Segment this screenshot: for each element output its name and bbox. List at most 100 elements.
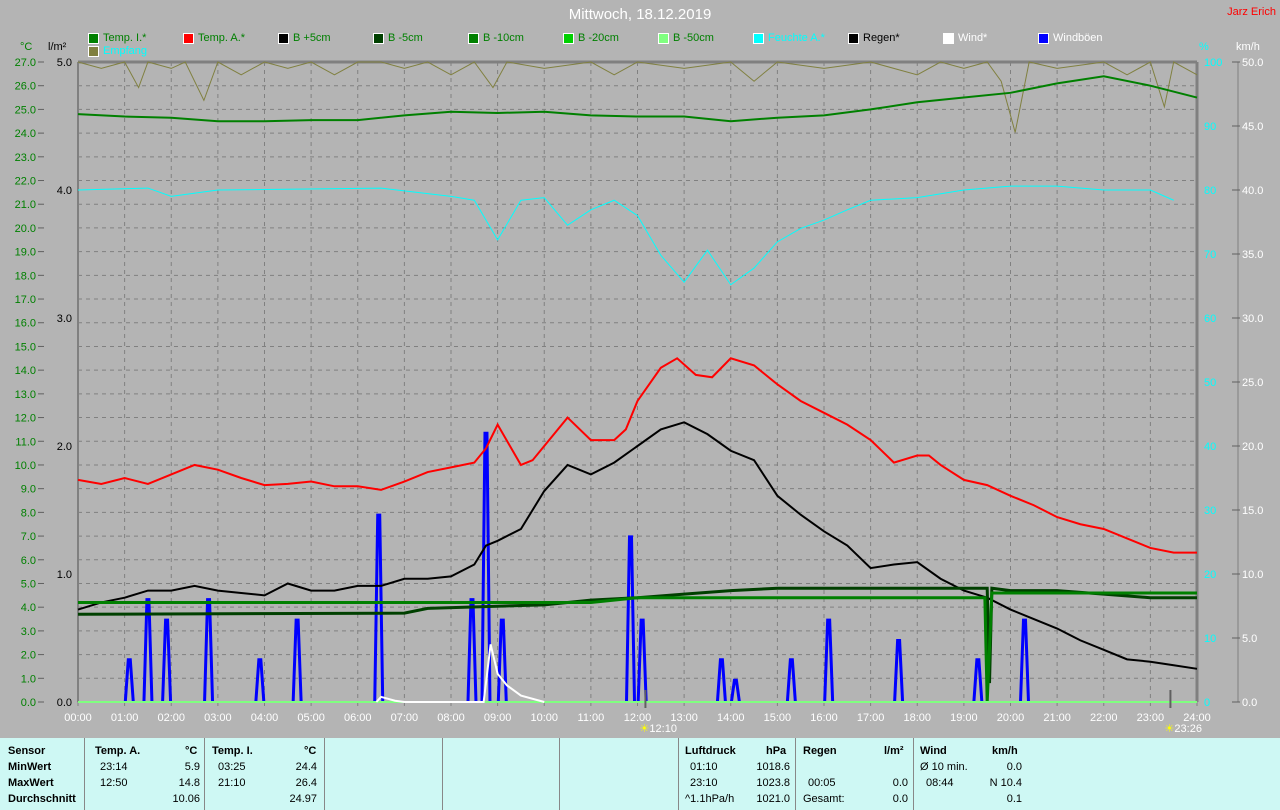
gust-spike (373, 513, 385, 703)
temp-tick-label: 10.0 (15, 460, 36, 472)
temp-tick-label: 22.0 (15, 176, 36, 188)
rain-time: 00:05 (808, 777, 836, 789)
min-label: MinWert (8, 761, 52, 773)
rain-tick-label: 4.0 (57, 185, 72, 197)
temp-tick-label: 13.0 (15, 389, 36, 401)
temp-i-avg: 24.97 (289, 793, 317, 805)
gust-spike (254, 658, 266, 703)
temp-a-unit: °C (185, 745, 198, 757)
gust-spike (893, 639, 905, 703)
temp-tick-label: 11.0 (15, 436, 36, 448)
temp-tick-label: 0.0 (21, 697, 36, 709)
temp-tick-label: 26.0 (15, 81, 36, 93)
pressure-min: 1018.6 (756, 761, 790, 773)
temp-tick-label: 7.0 (21, 531, 36, 543)
wind-current: 0.1 (1006, 793, 1022, 805)
rain-unit: l/m² (48, 41, 67, 53)
pressure-title: Luftdruck (685, 745, 736, 757)
humidity-unit: % (1199, 41, 1209, 53)
wind-tick-label: 0.0 (1242, 697, 1257, 709)
temp-tick-label: 12.0 (15, 413, 36, 425)
x-tick-label: 00:00 (64, 712, 92, 724)
humidity-tick-label: 80 (1204, 185, 1216, 197)
temp-i-max: 26.4 (295, 777, 317, 789)
humidity-tick-label: 50 (1204, 377, 1216, 389)
temp-a-title: Temp. A. (95, 745, 141, 757)
temp-a-min: 5.9 (184, 761, 200, 773)
temp-i-min-time: 03:25 (218, 761, 246, 773)
rain-tick-label: 1.0 (57, 569, 72, 581)
avg-label: Durchschnitt (8, 793, 76, 805)
divider (559, 738, 560, 810)
temp-tick-label: 24.0 (15, 128, 36, 140)
temp-tick-label: 15.0 (15, 341, 36, 353)
x-tick-label: 03:00 (204, 712, 232, 724)
gust-spike (161, 618, 173, 703)
stats-panel: Sensor MinWert MaxWert Durchschnitt Temp… (0, 738, 1280, 810)
x-tick-label: 19:00 (950, 712, 978, 724)
series-feuchte-a- (77, 185, 1174, 286)
x-tick-label: 15:00 (764, 712, 792, 724)
temp-tick-label: 1.0 (21, 673, 36, 685)
divider (913, 738, 914, 810)
gust-spike (1018, 618, 1030, 703)
divider (324, 738, 325, 810)
wind-tick-label: 40.0 (1242, 185, 1263, 197)
humidity-tick-label: 40 (1204, 441, 1216, 453)
wind-max-time: 08:44 (926, 777, 954, 789)
wind-max: N 10.4 (989, 777, 1022, 789)
gust-spike (785, 658, 797, 703)
temp-a-avg: 10.06 (172, 793, 200, 805)
wind-tick-label: 15.0 (1242, 505, 1263, 517)
humidity-tick-label: 20 (1204, 569, 1216, 581)
temp-tick-label: 2.0 (21, 650, 36, 662)
pressure-trend: ^1.1hPa/h (685, 793, 735, 805)
wind-title: Wind (920, 745, 947, 757)
temp-tick-label: 27.0 (15, 57, 36, 69)
sunrise-time-label: 12:10 (649, 723, 677, 735)
wind-tick-label: 25.0 (1242, 377, 1263, 389)
x-tick-label: 22:00 (1090, 712, 1118, 724)
divider (84, 738, 85, 810)
temp-tick-label: 14.0 (15, 365, 36, 377)
temp-tick-label: 17.0 (15, 294, 36, 306)
pressure-current: 1021.0 (756, 793, 790, 805)
wind-tick-label: 30.0 (1242, 313, 1263, 325)
rain-tick-label: 3.0 (57, 313, 72, 325)
x-tick-label: 07:00 (391, 712, 419, 724)
temp-i-min: 24.4 (295, 761, 317, 773)
humidity-tick-label: 60 (1204, 313, 1216, 325)
temp-i-max-time: 21:10 (218, 777, 246, 789)
x-tick-label: 08:00 (437, 712, 465, 724)
humidity-tick-label: 10 (1204, 633, 1216, 645)
x-tick-label: 02:00 (157, 712, 185, 724)
wind-tick-label: 45.0 (1242, 121, 1263, 133)
temp-a-min-time: 23:14 (100, 761, 128, 773)
x-tick-label: 11:00 (578, 712, 605, 724)
gust-spike (636, 618, 648, 703)
rain-total: 0.0 (892, 793, 908, 805)
gust-spike (625, 535, 637, 703)
x-tick-label: 04:00 (251, 712, 279, 724)
x-tick-label: 01:00 (111, 712, 139, 724)
gust-spike (291, 618, 303, 703)
wind-tick-label: 20.0 (1242, 441, 1263, 453)
x-tick-label: 09:00 (484, 712, 512, 724)
wind-unit: km/h (992, 745, 1018, 757)
temp-tick-label: 9.0 (21, 484, 36, 496)
divider (795, 738, 796, 810)
temp-i-unit: °C (304, 745, 317, 757)
temp-tick-label: 3.0 (21, 626, 36, 638)
humidity-tick-label: 100 (1204, 57, 1222, 69)
divider (204, 738, 205, 810)
wind-tick-label: 50.0 (1242, 57, 1263, 69)
max-label: MaxWert (8, 777, 54, 789)
series-wind (375, 644, 545, 703)
humidity-tick-label: 90 (1204, 121, 1216, 133)
temp-i-title: Temp. I. (212, 745, 253, 757)
gust-spike (466, 598, 478, 703)
x-tick-label: 17:00 (857, 712, 885, 724)
temp-tick-label: 25.0 (15, 104, 36, 116)
x-tick-label: 14:00 (717, 712, 745, 724)
temp-tick-label: 6.0 (21, 555, 36, 567)
